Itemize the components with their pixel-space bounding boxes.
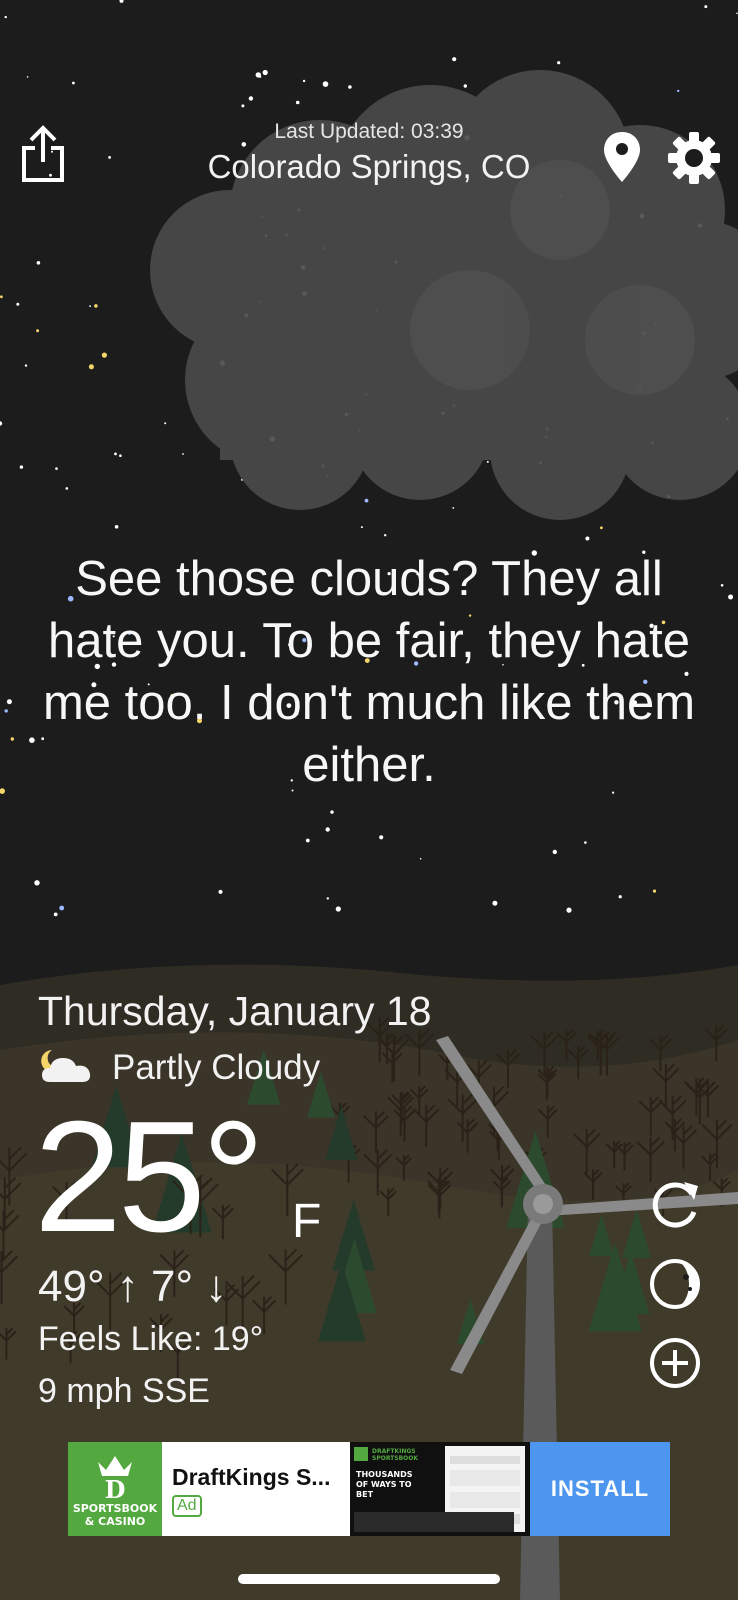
ad-banner[interactable]: D SPORTSBOOK & CASINO DraftKings S... Ad … [68, 1442, 670, 1536]
current-temperature: 25° [34, 1089, 265, 1265]
draftkings-crown-icon: D [98, 1456, 132, 1504]
star [53, 912, 58, 917]
temperature-unit[interactable]: F [292, 1194, 321, 1249]
star [720, 584, 724, 587]
star [305, 838, 310, 843]
star [585, 536, 590, 541]
star [114, 452, 117, 456]
star [248, 96, 254, 101]
ad-creative-image: THOUSANDS OF WAYS TO BET DRAFTKINGS SPOR… [350, 1442, 530, 1536]
partly-cloudy-night-icon [38, 1046, 94, 1086]
star [16, 302, 20, 306]
star [728, 594, 734, 600]
ad-brand-logo: D SPORTSBOOK & CASINO [68, 1442, 162, 1536]
star [119, 454, 122, 458]
star [364, 498, 369, 503]
star [34, 880, 40, 886]
star [379, 835, 384, 840]
star [36, 261, 41, 265]
condition-text: Partly Cloudy [112, 1048, 321, 1087]
star [182, 453, 184, 455]
wind-text: 9 mph SSE [38, 1372, 210, 1410]
gear-icon [668, 132, 720, 184]
star [566, 907, 572, 913]
map-pin-icon [604, 132, 640, 182]
night-scene-background [0, 0, 738, 1600]
star [262, 69, 268, 76]
star [492, 900, 498, 906]
star [55, 467, 58, 470]
add-location-button[interactable] [648, 1336, 702, 1390]
moon-phase-icon [650, 1259, 700, 1309]
star [0, 295, 3, 299]
star [652, 889, 657, 893]
home-indicator[interactable] [238, 1574, 500, 1584]
star [24, 364, 28, 367]
refresh-button[interactable] [648, 1178, 702, 1232]
star [65, 487, 69, 490]
location-button[interactable] [602, 130, 642, 186]
refresh-icon [652, 1182, 698, 1228]
star [335, 906, 341, 912]
star [322, 81, 329, 87]
star [557, 61, 561, 65]
star [10, 737, 14, 741]
star [72, 81, 75, 85]
star [4, 15, 7, 19]
star [452, 507, 455, 509]
add-circle-icon [650, 1338, 700, 1388]
star [259, 75, 262, 78]
ad-info: DraftKings S... Ad [162, 1442, 350, 1536]
ad-label: Ad [172, 1495, 202, 1517]
star [302, 79, 306, 83]
star [325, 827, 330, 832]
star [295, 100, 300, 105]
ad-logo-text: SPORTSBOOK & CASINO [72, 1502, 158, 1528]
star [677, 89, 680, 93]
star [6, 699, 12, 705]
star [101, 352, 107, 358]
star [89, 305, 91, 307]
ad-title: DraftKings S... [172, 1464, 331, 1490]
snarky-forecast-quote: See those clouds? They all hate you. To … [42, 552, 696, 792]
star [600, 526, 603, 530]
moon-phase-button[interactable] [648, 1257, 702, 1311]
star [584, 841, 587, 844]
star [19, 465, 24, 469]
star [26, 76, 29, 78]
star [330, 810, 334, 814]
settings-button[interactable] [666, 130, 722, 186]
forecast-date: Thursday, January 18 [38, 988, 432, 1034]
ad-creative-text: THOUSANDS OF WAYS TO BET [356, 1470, 413, 1499]
star [326, 897, 329, 900]
star [88, 364, 94, 370]
star [4, 709, 8, 713]
star [114, 525, 119, 529]
ad-install-button[interactable]: INSTALL [530, 1442, 670, 1536]
ad-creative-brand: DRAFTKINGS SPORTSBOOK [372, 1448, 419, 1462]
svg-text:D: D [105, 1475, 126, 1502]
star [348, 85, 352, 89]
star [164, 422, 167, 425]
star [419, 858, 422, 860]
star [384, 534, 387, 537]
high-low-temperature: 49° ↑ 7° ↓ [38, 1262, 228, 1311]
star [618, 895, 622, 899]
star [552, 849, 557, 855]
star [452, 57, 457, 62]
star [704, 5, 708, 9]
star [360, 526, 363, 529]
star [463, 84, 467, 88]
feels-like-text: Feels Like: 19° [38, 1320, 264, 1358]
star [29, 737, 35, 743]
star [59, 905, 65, 911]
star [218, 889, 223, 894]
star [94, 304, 98, 308]
star [36, 329, 40, 333]
star [486, 460, 489, 463]
star [241, 104, 245, 108]
